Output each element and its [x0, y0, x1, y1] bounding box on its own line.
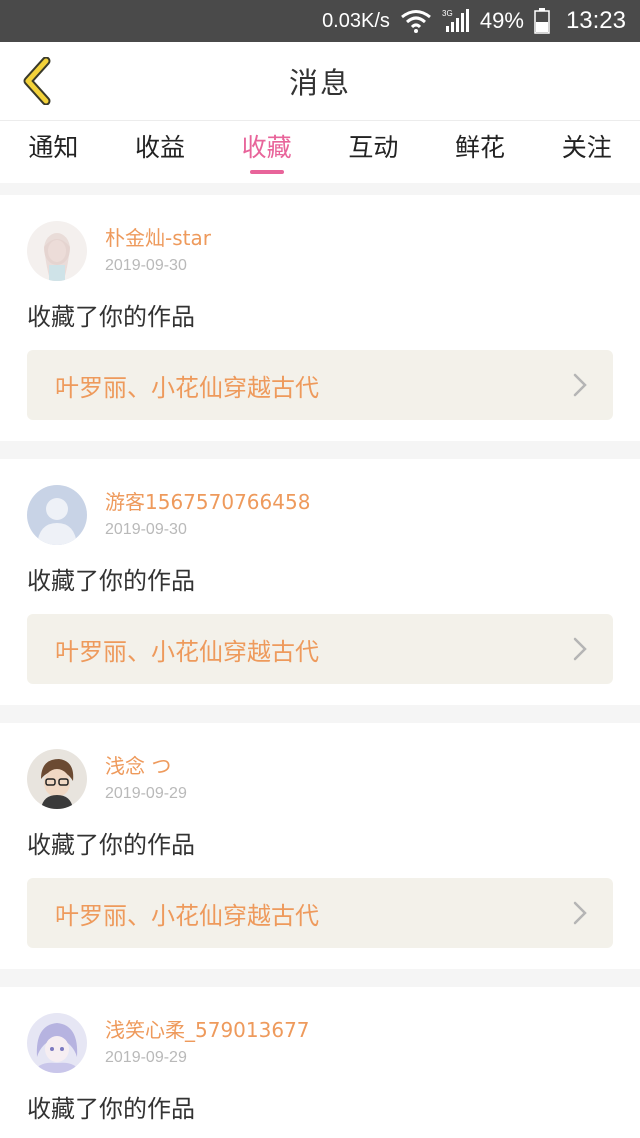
tab-favorites[interactable]: 收藏 — [213, 121, 320, 183]
work-link[interactable]: 叶罗丽、小花仙穿越古代 — [27, 350, 613, 420]
network-speed: 0.03K/s — [322, 9, 390, 32]
message-date: 2019-09-30 — [105, 257, 187, 274]
message-list: 朴金灿-star 2019-09-30 收藏了你的作品 叶罗丽、小花仙穿越古代 … — [0, 183, 640, 1138]
tab-notifications[interactable]: 通知 — [0, 121, 107, 183]
tab-interactions[interactable]: 互动 — [320, 121, 427, 183]
message-card: 浅念 つ 2019-09-29 收藏了你的作品 叶罗丽、小花仙穿越古代 — [0, 723, 640, 969]
status-bar: 0.03K/s 3G 49% 13:23 — [0, 0, 640, 42]
signal-icon: 3G — [442, 8, 470, 34]
message-date: 2019-09-29 — [105, 785, 187, 802]
clock: 13:23 — [565, 7, 626, 34]
wifi-icon — [400, 9, 432, 33]
username[interactable]: 朴金灿-star — [105, 225, 211, 251]
username[interactable]: 游客1567570766458 — [105, 489, 310, 515]
chevron-left-icon — [23, 57, 51, 105]
avatar[interactable] — [27, 485, 87, 545]
tab-follows[interactable]: 关注 — [533, 121, 640, 183]
avatar[interactable] — [27, 749, 87, 809]
page-title: 消息 — [288, 66, 351, 100]
chevron-right-icon — [573, 901, 587, 925]
username[interactable]: 浅笑心柔_579013677 — [105, 1017, 310, 1043]
action-text: 收藏了你的作品 — [27, 567, 195, 595]
message-card: 朴金灿-star 2019-09-30 收藏了你的作品 叶罗丽、小花仙穿越古代 — [0, 195, 640, 441]
message-card: 浅笑心柔_579013677 2019-09-29 收藏了你的作品 — [0, 987, 640, 1138]
avatar[interactable] — [27, 221, 87, 281]
work-link[interactable]: 叶罗丽、小花仙穿越古代 — [27, 878, 613, 948]
tab-earnings[interactable]: 收益 — [107, 121, 214, 183]
chevron-right-icon — [573, 637, 587, 661]
action-text: 收藏了你的作品 — [27, 1095, 195, 1123]
message-date: 2019-09-29 — [105, 1049, 187, 1066]
action-text: 收藏了你的作品 — [27, 303, 195, 331]
message-card: 游客1567570766458 2019-09-30 收藏了你的作品 叶罗丽、小… — [0, 459, 640, 705]
chevron-right-icon — [573, 373, 587, 397]
work-link[interactable]: 叶罗丽、小花仙穿越古代 — [27, 614, 613, 684]
avatar[interactable] — [27, 1013, 87, 1073]
battery-icon — [534, 8, 550, 34]
tab-bar: 通知 收益 收藏 互动 鲜花 关注 — [0, 120, 640, 183]
work-title: 叶罗丽、小花仙穿越古代 — [55, 373, 319, 402]
message-date: 2019-09-30 — [105, 521, 187, 538]
work-title: 叶罗丽、小花仙穿越古代 — [55, 637, 319, 666]
action-text: 收藏了你的作品 — [27, 831, 195, 859]
svg-text:3G: 3G — [442, 9, 453, 18]
tab-flowers[interactable]: 鲜花 — [427, 121, 534, 183]
work-title: 叶罗丽、小花仙穿越古代 — [55, 901, 319, 930]
header: 消息 — [0, 42, 640, 120]
username[interactable]: 浅念 つ — [105, 753, 187, 779]
battery-percent: 49% — [479, 8, 524, 33]
back-button[interactable] — [14, 56, 60, 106]
